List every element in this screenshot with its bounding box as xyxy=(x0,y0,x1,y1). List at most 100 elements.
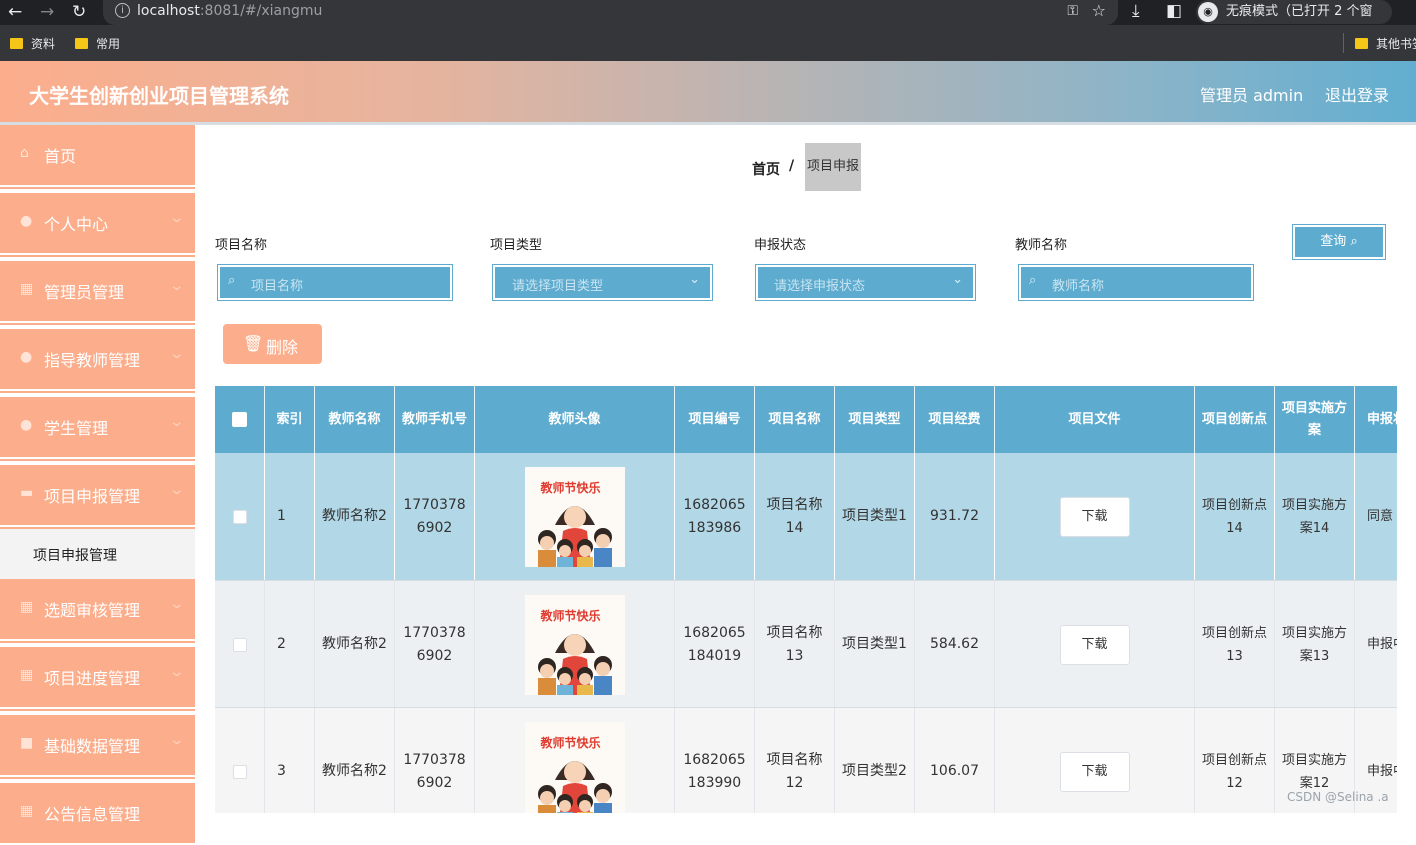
table-row[interactable]: 3 教师名称2 17703786902 教师节快乐 1682065183990 … xyxy=(215,707,1397,813)
row-checkbox[interactable] xyxy=(232,637,247,652)
cell-project-code: 1682065183986 xyxy=(675,453,755,580)
folder-icon xyxy=(10,38,23,49)
user-icon: ● xyxy=(20,417,33,433)
download-button[interactable]: 下载 xyxy=(1059,751,1130,792)
sidebar-item-label: 指导教师管理 xyxy=(44,351,141,370)
col-teacher-phone: 教师手机号 xyxy=(395,386,475,453)
col-project-file: 项目文件 xyxy=(995,386,1195,453)
trash-icon: 🗑 xyxy=(243,334,264,353)
col-plan: 项目实施方案 xyxy=(1275,386,1355,453)
incognito-badge[interactable]: ◉ 无痕模式（已打开 2 个窗口） xyxy=(1196,0,1392,43)
col-teacher-avatar: 教师头像 xyxy=(475,386,675,453)
row-checkbox[interactable] xyxy=(232,509,247,524)
bookmarks-divider xyxy=(1343,33,1344,53)
chevron-down-icon: ⌄ xyxy=(952,272,963,287)
logout-button[interactable]: 退出登录 xyxy=(1325,82,1389,106)
cell-status: 申报中 xyxy=(1355,581,1397,708)
sidebar-item-teachers[interactable]: ● 指导教师管理 ⌄ xyxy=(0,329,195,391)
chevron-down-icon: ⌄ xyxy=(168,210,186,226)
col-index: 索引 xyxy=(265,386,315,453)
bookmark-folder-2[interactable]: 常用 xyxy=(75,35,120,52)
chevron-down-icon: ⌄ xyxy=(689,272,700,287)
grid-icon: ▦ xyxy=(20,667,34,683)
chevron-down-icon: ⌄ xyxy=(168,596,186,612)
sidebar-item-label: 管理员管理 xyxy=(44,283,125,302)
project-type-label: 项目类型 xyxy=(490,238,543,253)
breadcrumb-home[interactable]: 首页 xyxy=(752,159,780,179)
address-bar[interactable]: i localhost:8081/#/xiangmu ⚿ ☆ xyxy=(103,0,1118,25)
query-button[interactable]: 查询 ⌕ xyxy=(1292,224,1386,260)
forward-icon[interactable]: → xyxy=(40,2,54,22)
select-all-checkbox[interactable] xyxy=(232,412,247,427)
sidebar-item-students[interactable]: ● 学生管理 ⌄ xyxy=(0,397,195,459)
breadcrumb-current: 项目申报 xyxy=(805,143,861,191)
teacher-name-input[interactable]: ⌕ 教师名称 xyxy=(1018,264,1254,301)
sidebar-subitem-project-apply[interactable]: 项目申报管理 xyxy=(0,529,195,579)
sidebar-item-profile[interactable]: ● 个人中心 ⌄ xyxy=(0,193,195,255)
cell-project-code: 1682065183990 xyxy=(675,708,755,813)
cell-project-name: 项目名称12 xyxy=(755,708,835,813)
cell-project-file: 下载 xyxy=(995,453,1195,580)
sidebar-item-label: 学生管理 xyxy=(44,419,109,438)
app-title: 大学生创新创业项目管理系统 xyxy=(29,84,289,108)
key-icon[interactable]: ⚿ xyxy=(1067,3,1078,19)
sidebar-item-label: 基础数据管理 xyxy=(44,737,141,756)
cell-innovation: 项目创新点14 xyxy=(1195,453,1275,580)
cell-index: 1 xyxy=(265,453,315,580)
status-select[interactable]: 请选择申报状态 ⌄ xyxy=(755,264,976,301)
square-icon: ■ xyxy=(20,735,34,751)
project-name-placeholder: 项目名称 xyxy=(251,279,304,294)
row-checkbox[interactable] xyxy=(232,764,247,779)
bookmark-star-icon[interactable]: ☆ xyxy=(1092,1,1106,20)
delete-button[interactable]: 🗑 删除 xyxy=(223,324,322,364)
download-button[interactable]: 下载 xyxy=(1059,624,1130,665)
col-project-type: 项目类型 xyxy=(835,386,915,453)
bookmark-folder-1[interactable]: 资料 xyxy=(10,35,55,52)
project-type-select[interactable]: 请选择项目类型 ⌄ xyxy=(492,264,713,301)
teacher-avatar-image[interactable]: 教师节快乐 xyxy=(524,721,625,813)
chevron-down-icon: ⌄ xyxy=(168,346,186,362)
cell-project-fund: 931.72 xyxy=(915,453,995,580)
teachers-day-illustration xyxy=(537,633,612,695)
sidebar-item-label: 项目进度管理 xyxy=(44,669,141,688)
sidebar-item-base-data[interactable]: ■ 基础数据管理 ⌄ xyxy=(0,715,195,777)
teachers-day-illustration xyxy=(537,760,612,813)
cell-project-type: 项目类型1 xyxy=(835,581,915,708)
teacher-name-placeholder: 教师名称 xyxy=(1052,279,1105,294)
sidebar: ⌂ 首页 ● 个人中心 ⌄ ▦ 管理员管理 ⌄ ● 指导教师管理 ⌄ ● 学生管… xyxy=(0,125,195,845)
sidebar-item-home[interactable]: ⌂ 首页 xyxy=(0,125,195,187)
sidebar-item-admins[interactable]: ▦ 管理员管理 ⌄ xyxy=(0,261,195,323)
teacher-avatar-image[interactable]: 教师节快乐 xyxy=(524,466,625,567)
row-select-cell xyxy=(215,453,265,580)
col-teacher-name: 教师名称 xyxy=(315,386,395,453)
sidebar-item-topic-review[interactable]: ▦ 选题审核管理 ⌄ xyxy=(0,579,195,641)
cell-project-name: 项目名称13 xyxy=(755,581,835,708)
sidebar-item-notices[interactable]: ▦ 公告信息管理 xyxy=(0,783,195,845)
cell-index: 2 xyxy=(265,581,315,708)
download-button[interactable]: 下载 xyxy=(1059,496,1130,537)
other-bookmarks[interactable]: 其他书签 xyxy=(1355,35,1416,52)
back-icon[interactable]: ← xyxy=(8,2,22,22)
project-name-input[interactable]: ⌕ 项目名称 xyxy=(217,264,453,301)
sidebar-item-progress[interactable]: ▦ 项目进度管理 ⌄ xyxy=(0,647,195,709)
reload-icon[interactable]: ↻ xyxy=(72,2,86,22)
info-icon[interactable]: i xyxy=(115,3,130,18)
cell-project-file: 下载 xyxy=(995,708,1195,813)
sidepanel-icon[interactable]: ◧ xyxy=(1166,1,1182,21)
home-icon: ⌂ xyxy=(20,145,29,161)
sidebar-item-project-apply[interactable]: ▬ 项目申报管理 ⌄ xyxy=(0,465,195,527)
download-icon[interactable]: ⤓ xyxy=(1132,1,1140,21)
breadcrumb-separator: / xyxy=(789,158,795,174)
col-project-fund: 项目经费 xyxy=(915,386,995,453)
user-icon: ● xyxy=(20,213,33,229)
project-name-label: 项目名称 xyxy=(215,238,268,253)
grid-icon: ▦ xyxy=(20,599,34,615)
grid-icon: ▦ xyxy=(20,803,34,819)
table-row[interactable]: 2 教师名称2 17703786902 教师节快乐 1682065184019 … xyxy=(215,580,1397,708)
url-text: localhost:8081/#/xiangmu xyxy=(137,3,323,19)
search-icon: ⌕ xyxy=(1029,273,1037,288)
cell-teacher-avatar: 教师节快乐 xyxy=(475,708,675,813)
table-row[interactable]: 1 教师名称2 17703786902 教师节快乐 1682065183986 … xyxy=(215,453,1397,580)
teacher-avatar-image[interactable]: 教师节快乐 xyxy=(524,594,625,695)
cell-project-name: 项目名称14 xyxy=(755,453,835,580)
